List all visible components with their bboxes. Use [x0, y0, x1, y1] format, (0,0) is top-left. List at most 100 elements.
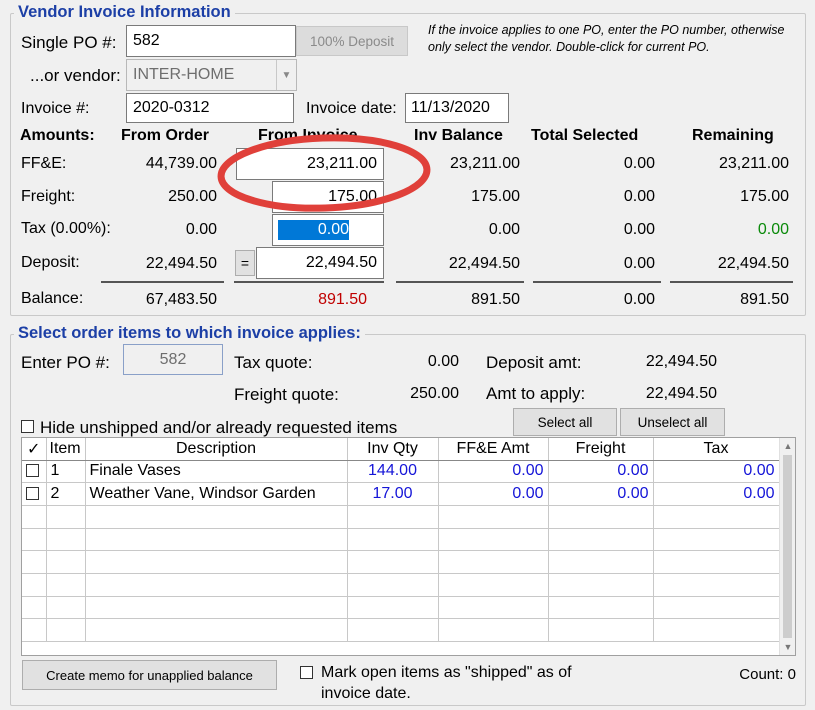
chevron-down-icon[interactable]: ▼: [276, 60, 296, 90]
empty-row: [22, 596, 780, 620]
freight-total-selected: 0.00: [623, 188, 655, 205]
invoice-num-label: Invoice #:: [21, 100, 90, 117]
deposit-from-invoice-input[interactable]: 22,494.50: [256, 247, 384, 279]
row-inv-qty[interactable]: 17.00: [347, 482, 439, 506]
total-selected-header: Total Selected: [531, 127, 639, 144]
row-description: Finale Vases: [85, 460, 348, 484]
enter-po-label: Enter PO #:: [21, 353, 110, 372]
create-memo-button[interactable]: Create memo for unapplied balance: [22, 660, 277, 690]
row-checkbox-cell[interactable]: [22, 460, 47, 484]
vendor-select[interactable]: INTER-HOME ▼: [126, 59, 297, 91]
freight-quote-label: Freight quote:: [234, 385, 339, 404]
vendor-label: ...or vendor:: [30, 66, 121, 85]
deposit-100-button[interactable]: 100% Deposit: [296, 26, 408, 56]
single-po-label: Single PO #:: [21, 33, 117, 52]
row-tax[interactable]: 0.00: [653, 482, 780, 506]
grid-header-row: ✓ Item Description Inv Qty FF&E Amt Frei…: [22, 438, 780, 461]
row-checkbox[interactable]: [26, 464, 39, 478]
empty-row: [22, 550, 780, 574]
order-items-table: ✓ Item Description Inv Qty FF&E Amt Frei…: [22, 438, 780, 642]
empty-row: [22, 573, 780, 597]
row-item: 2: [46, 482, 86, 506]
tax-from-order: 0.00: [185, 221, 217, 238]
from-order-header: From Order: [121, 127, 210, 144]
hide-unshipped-checkbox[interactable]: [21, 420, 34, 433]
tax-quote-value: 0.00: [427, 353, 459, 370]
grid-scrollbar[interactable]: ▲ ▼: [779, 438, 795, 655]
unselect-all-button[interactable]: Unselect all: [620, 408, 725, 436]
mark-shipped-checkbox[interactable]: [300, 666, 313, 679]
freight-from-order: 250.00: [168, 188, 217, 205]
row-checkbox[interactable]: [26, 487, 39, 501]
invoice-date-input[interactable]: 11/13/2020: [405, 93, 509, 123]
order-items-legend: Select order items to which invoice appl…: [14, 324, 365, 343]
col-inv-qty-header[interactable]: Inv Qty: [347, 438, 439, 461]
row-tax[interactable]: 0.00: [653, 460, 780, 484]
ffe-inv-balance: 23,211.00: [450, 155, 520, 172]
row-checkbox-cell[interactable]: [22, 482, 47, 506]
row-inv-qty[interactable]: 144.00: [347, 460, 439, 484]
empty-row: [22, 528, 780, 552]
mark-shipped-label-line2: invoice date.: [321, 685, 411, 702]
scroll-down-icon[interactable]: ▼: [780, 639, 795, 655]
single-po-input[interactable]: 582: [126, 25, 296, 57]
ffe-remaining: 23,211.00: [719, 155, 789, 172]
freight-inv-balance: 175.00: [471, 188, 520, 205]
row-item: 1: [46, 460, 86, 484]
deposit-remaining: 22,494.50: [717, 255, 789, 272]
scroll-up-icon[interactable]: ▲: [780, 438, 795, 454]
row-ffe-amt[interactable]: 0.00: [438, 460, 549, 484]
table-row[interactable]: 2 Weather Vane, Windsor Garden 17.00 0.0…: [22, 482, 780, 506]
vendor-note: If the invoice applies to one PO, enter …: [428, 23, 785, 54]
freight-quote-value: 250.00: [410, 385, 459, 402]
col-description-header[interactable]: Description: [85, 438, 348, 461]
balance-inv-balance: 891.50: [471, 291, 520, 308]
balance-label: Balance:: [21, 290, 84, 307]
count-label: Count: 0: [739, 666, 796, 683]
freight-label: Freight:: [21, 188, 76, 205]
col-tax-header[interactable]: Tax: [653, 438, 780, 461]
col-check-header[interactable]: ✓: [22, 438, 47, 461]
row-freight[interactable]: 0.00: [548, 482, 654, 506]
remaining-header: Remaining: [692, 127, 774, 144]
from-invoice-underline: [234, 281, 384, 283]
tax-remaining: 0.00: [757, 221, 789, 238]
order-items-grid[interactable]: ✓ Item Description Inv Qty FF&E Amt Frei…: [21, 437, 796, 656]
tax-total-selected: 0.00: [623, 221, 655, 238]
table-row[interactable]: 1 Finale Vases 144.00 0.00 0.00 0.00: [22, 460, 780, 484]
tax-from-invoice-input[interactable]: 0.00: [272, 214, 384, 246]
amt-to-apply-value: 22,494.50: [645, 385, 717, 402]
tax-quote-label: Tax quote:: [234, 353, 313, 372]
deposit-inv-balance: 22,494.50: [448, 255, 520, 272]
scroll-thumb[interactable]: [783, 455, 792, 638]
empty-row: [22, 505, 780, 529]
select-all-button[interactable]: Select all: [513, 408, 617, 436]
row-ffe-amt[interactable]: 0.00: [438, 482, 549, 506]
col-ffe-amt-header[interactable]: FF&E Amt: [438, 438, 549, 461]
remaining-underline: [670, 281, 793, 283]
deposit-from-order: 22,494.50: [145, 255, 217, 272]
ffe-total-selected: 0.00: [623, 155, 655, 172]
tax-inv-balance: 0.00: [488, 221, 520, 238]
highlight-ring: [217, 134, 431, 212]
enter-po-input[interactable]: 582: [123, 344, 223, 375]
ffe-label: FF&E:: [21, 155, 67, 172]
from-order-underline: [101, 281, 224, 283]
balance-total-selected: 0.00: [623, 291, 655, 308]
col-item-header[interactable]: Item: [46, 438, 86, 461]
tax-label: Tax (0.00%):: [21, 220, 111, 237]
inv-balance-underline: [396, 281, 524, 283]
row-description: Weather Vane, Windsor Garden: [85, 482, 348, 506]
balance-from-invoice: 891.50: [318, 291, 367, 308]
freight-remaining: 175.00: [740, 188, 789, 205]
deposit-equals-button[interactable]: =: [235, 250, 255, 276]
amounts-header: Amounts:: [20, 127, 95, 144]
balance-remaining: 891.50: [740, 291, 789, 308]
invoice-num-input[interactable]: 2020-0312: [126, 93, 294, 123]
deposit-total-selected: 0.00: [623, 255, 655, 272]
deposit-amt-value: 22,494.50: [645, 353, 717, 370]
col-freight-header[interactable]: Freight: [548, 438, 654, 461]
balance-from-order: 67,483.50: [145, 291, 217, 308]
total-selected-underline: [533, 281, 661, 283]
row-freight[interactable]: 0.00: [548, 460, 654, 484]
